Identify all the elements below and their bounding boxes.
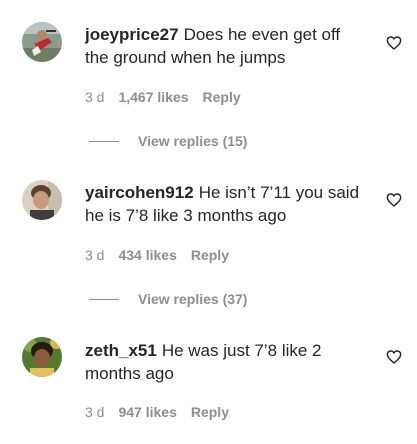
view-replies-button[interactable]: View replies (15) — [89, 131, 247, 151]
reply-button[interactable]: Reply — [191, 247, 229, 263]
heart-icon[interactable] — [386, 35, 402, 51]
avatar[interactable] — [22, 22, 62, 62]
comment-likes[interactable]: 1,467 likes — [118, 89, 188, 105]
comment-body: yaircohen912 He isn’t 7’11 you said he is… — [85, 181, 365, 227]
reply-button[interactable]: Reply — [191, 404, 229, 420]
reply-button[interactable]: Reply — [203, 89, 241, 105]
avatar[interactable] — [22, 337, 62, 377]
view-replies-label[interactable]: View replies (15) — [138, 133, 247, 149]
comment-time: 3 d — [85, 247, 105, 263]
view-replies-button[interactable]: View replies (37) — [89, 289, 247, 309]
comment-time: 3 d — [85, 89, 105, 105]
comment-username[interactable]: yaircohen912 — [85, 183, 194, 202]
comment-meta: 3 d 1,467 likes Reply — [85, 89, 241, 105]
comment-body: zeth_x51 He was just 7’8 like 2 months ag… — [85, 339, 365, 385]
view-replies-divider — [89, 140, 119, 142]
comment-username[interactable]: zeth_x51 — [85, 341, 157, 360]
comment-likes[interactable]: 947 likes — [118, 404, 176, 420]
view-replies-label[interactable]: View replies (37) — [138, 291, 247, 307]
view-replies-divider — [89, 298, 119, 300]
comment-body: joeyprice27 Does he even get off the grou… — [85, 23, 365, 69]
heart-icon[interactable] — [386, 349, 402, 365]
avatar[interactable] — [22, 180, 62, 220]
comment-username[interactable]: joeyprice27 — [85, 25, 179, 44]
comment-likes[interactable]: 434 likes — [118, 247, 176, 263]
heart-icon[interactable] — [386, 192, 402, 208]
comment-meta: 3 d 434 likes Reply — [85, 247, 229, 263]
comment-meta: 3 d 947 likes Reply — [85, 404, 229, 420]
comment-time: 3 d — [85, 404, 105, 420]
